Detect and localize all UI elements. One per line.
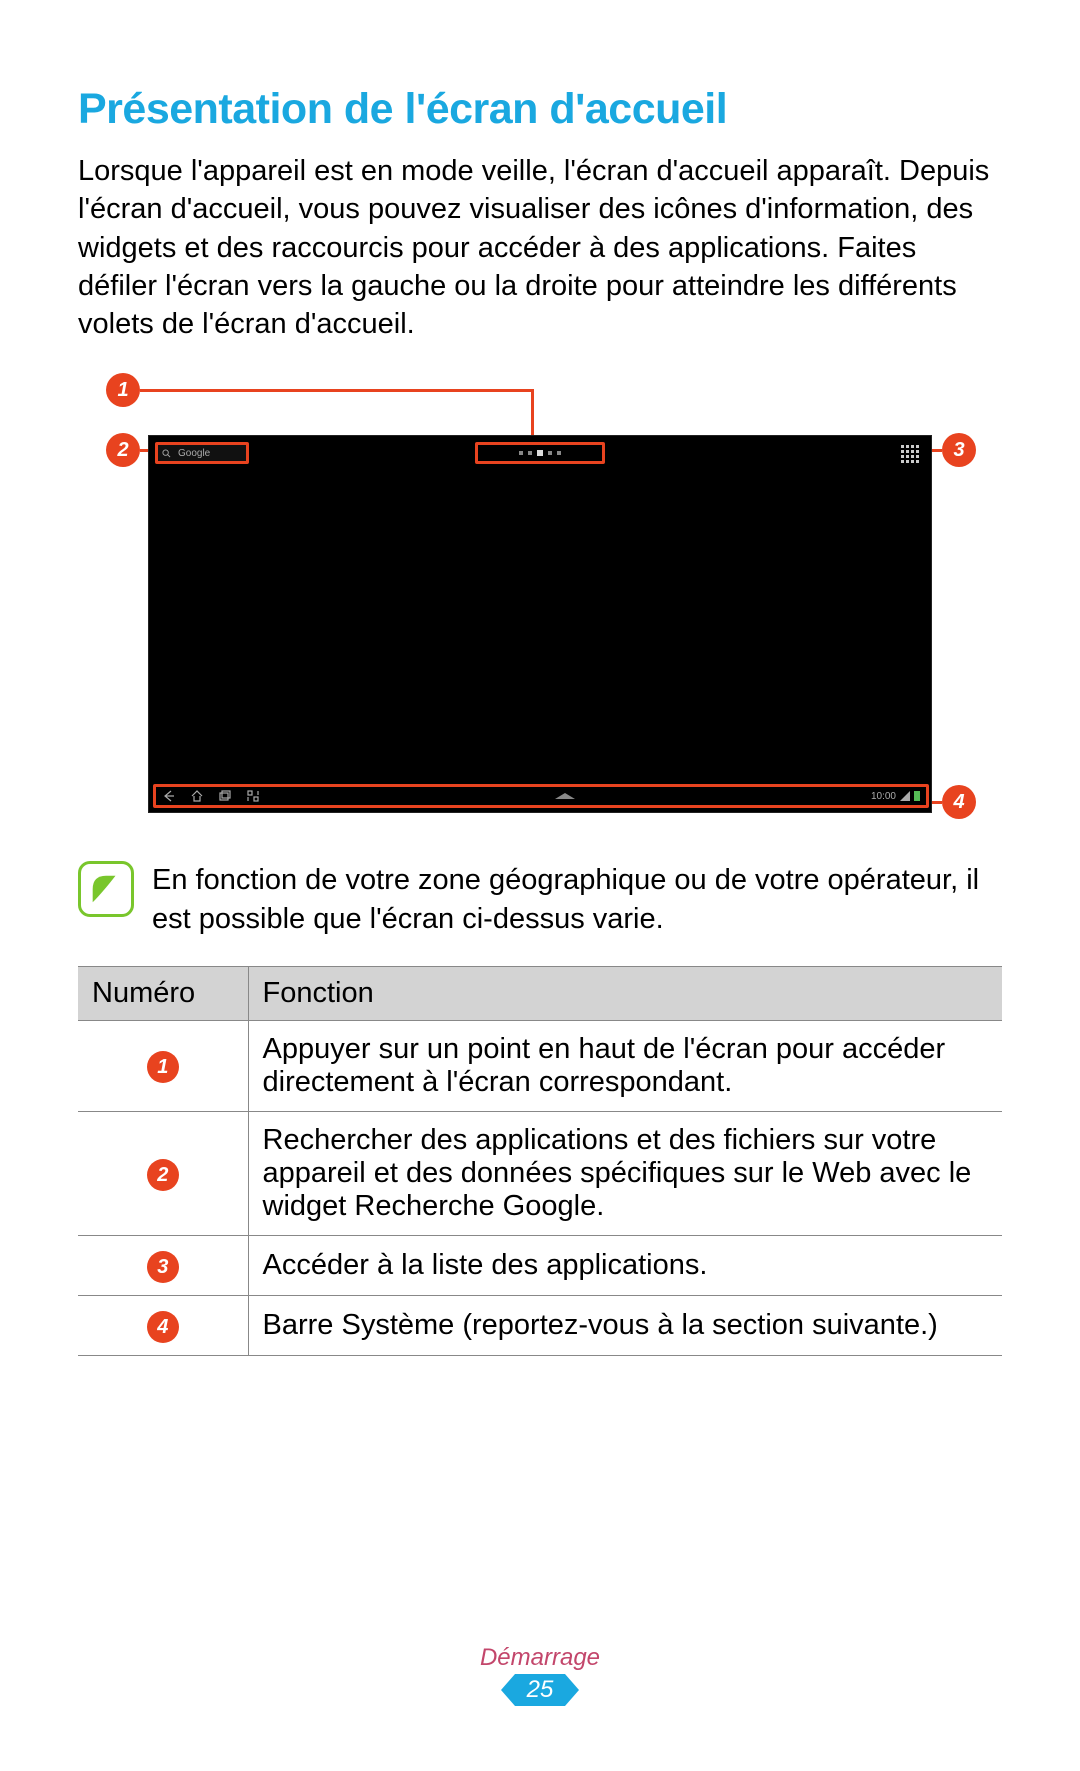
function-table: Numéro Fonction 1 Appuyer sur un point e… <box>78 966 1002 1356</box>
search-icon <box>162 449 171 458</box>
row-number-badge: 2 <box>147 1159 179 1191</box>
device-screenshot: Google <box>148 435 932 813</box>
search-widget-label: Google <box>174 445 210 461</box>
leader-line <box>140 389 534 392</box>
callout-3: 3 <box>942 433 976 467</box>
table-header-number: Numéro <box>78 966 248 1020</box>
footer-section-label: Démarrage <box>0 1644 1080 1672</box>
tray-expand-icon <box>555 793 575 799</box>
highlight-search-widget: Google <box>155 442 249 464</box>
triangle-left-icon <box>501 1674 515 1706</box>
table-row: 3 Accéder à la liste des applications. <box>78 1235 1002 1295</box>
recent-icon <box>218 789 232 803</box>
intro-paragraph: Lorsque l'appareil est en mode veille, l… <box>78 152 1002 343</box>
callout-4: 4 <box>942 785 976 819</box>
table-header-row: Numéro Fonction <box>78 966 1002 1020</box>
highlight-page-indicator <box>475 442 605 464</box>
section-title: Présentation de l'écran d'accueil <box>78 85 1002 134</box>
back-icon <box>162 789 176 803</box>
battery-icon <box>914 791 920 801</box>
table-row: 1 Appuyer sur un point en haut de l'écra… <box>78 1020 1002 1111</box>
apps-grid-icon <box>901 445 919 463</box>
row-number-badge: 3 <box>147 1251 179 1283</box>
row-description: Appuyer sur un point en haut de l'écran … <box>248 1020 1002 1111</box>
home-screen-diagram: 1 2 3 4 Google <box>90 373 990 833</box>
table-row: 4 Barre Système (reportez-vous à la sect… <box>78 1295 1002 1355</box>
page-footer: Démarrage 25 <box>0 1644 1080 1711</box>
note-text: En fonction de votre zone géographique o… <box>152 861 1002 938</box>
signal-icon <box>900 791 910 801</box>
home-icon <box>190 789 204 803</box>
table-header-function: Fonction <box>248 966 1002 1020</box>
footer-page-badge: 25 <box>501 1674 580 1706</box>
row-number-badge: 4 <box>147 1311 179 1343</box>
note-block: En fonction de votre zone géographique o… <box>78 861 1002 938</box>
note-icon <box>78 861 134 917</box>
row-description: Accéder à la liste des applications. <box>248 1235 1002 1295</box>
statusbar-time: 10:00 <box>871 791 896 802</box>
page-number: 25 <box>515 1674 566 1706</box>
row-number-badge: 1 <box>147 1051 179 1083</box>
highlight-system-bar: 10:00 <box>153 784 929 808</box>
callout-1: 1 <box>106 373 140 407</box>
screenshot-icon <box>246 789 260 803</box>
row-description: Barre Système (reportez-vous à la sectio… <box>248 1295 1002 1355</box>
row-description: Rechercher des applications et des fichi… <box>248 1111 1002 1235</box>
triangle-right-icon <box>565 1674 579 1706</box>
callout-2: 2 <box>106 433 140 467</box>
apps-button-area <box>895 442 925 466</box>
table-row: 2 Rechercher des applications et des fic… <box>78 1111 1002 1235</box>
